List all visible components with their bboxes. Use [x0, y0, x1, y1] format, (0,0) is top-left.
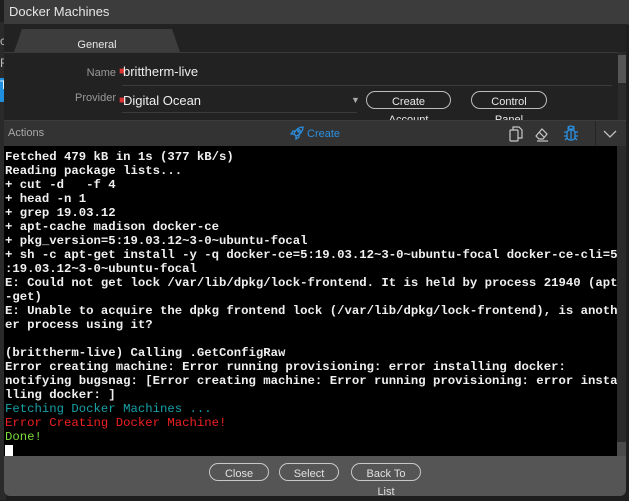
terminal-line: E: Could not get lock /var/lib/dpkg/lock…: [5, 276, 617, 290]
eraser-icon[interactable]: [533, 125, 551, 143]
copy-icon[interactable]: [507, 125, 525, 143]
divider: [595, 121, 596, 147]
terminal-line: lling docker: ]: [5, 388, 116, 402]
dialog-footer: Close Select Back To List: [4, 456, 626, 498]
provider-select[interactable]: Digital Ocean: [123, 93, 201, 108]
terminal-output[interactable]: Fetched 479 kB in 1s (377 kB/s) Reading p…: [4, 146, 617, 456]
window-titlebar[interactable]: Docker Machines: [4, 0, 629, 25]
tab-strip: General: [4, 24, 626, 53]
machine-form: Name ■ brittherm-live Provider ■ Digital…: [4, 53, 616, 126]
terminal-line: + head -n 1: [5, 192, 87, 206]
terminal-cursor: [5, 444, 617, 456]
select-button[interactable]: Select: [279, 463, 339, 481]
terminal-scrollbar[interactable]: [617, 146, 626, 456]
terminal-line: E: Unable to acquire the dpkg frontend l…: [5, 304, 617, 318]
actions-bar: Actions Create: [4, 120, 626, 147]
terminal-line: notifying bugsnag: [Error creating machi…: [5, 374, 617, 388]
bug-icon[interactable]: [562, 125, 580, 143]
actions-title: Actions: [8, 127, 45, 139]
terminal-line: Reading package lists...: [5, 164, 183, 178]
terminal-line: -get): [5, 290, 42, 304]
close-button[interactable]: Close: [209, 463, 269, 481]
terminal-line: + cut -d -f 4: [5, 178, 116, 192]
provider-underline: [122, 112, 357, 113]
name-label: Name: [86, 67, 116, 79]
scrollbar-thumb[interactable]: [618, 55, 626, 83]
window-title: Docker Machines: [9, 4, 110, 19]
terminal-line: Error creating machine: Error running pr…: [5, 360, 566, 374]
create-button[interactable]: Create: [289, 126, 341, 141]
create-label: Create: [307, 128, 341, 140]
terminal-line: er process using it?: [5, 318, 153, 332]
provider-label: Provider: [75, 92, 116, 104]
terminal-line: + pkg_version=5:19.03.12~3-0~ubuntu-foca…: [5, 234, 308, 248]
control-panel-button[interactable]: Control Panel: [471, 91, 547, 126]
provider-row: Provider ■ Digital Ocean ▼ Create Accoun…: [4, 89, 616, 126]
terminal-line: + apt-cache madison docker-ce: [5, 220, 220, 234]
scrollbar-thumb[interactable]: [617, 442, 626, 456]
terminal-line: + grep 19.03.12: [5, 206, 116, 220]
name-row: Name ■ brittherm-live: [4, 62, 616, 86]
terminal-line: Fetching Docker Machines ...: [5, 402, 212, 416]
tab-general[interactable]: General: [14, 29, 180, 52]
back-to-list-button[interactable]: Back To List: [351, 463, 421, 498]
name-underline: [122, 85, 612, 86]
terminal-line: Error Creating Docker Machine!: [5, 416, 227, 430]
dropdown-arrow-icon[interactable]: ▼: [351, 95, 360, 105]
form-scrollbar[interactable]: [618, 52, 626, 120]
terminal-line: :19.03.12~3-0~ubuntu-focal: [5, 262, 197, 276]
chevron-down-icon[interactable]: [602, 126, 620, 144]
docker-machines-dialog: General Name ■ brittherm-live Provider ■…: [4, 24, 626, 498]
terminal-line: Done!: [5, 430, 42, 444]
terminal-line: (brittherm-live) Calling .GetConfigRaw: [5, 346, 286, 360]
create-account-button[interactable]: Create Account: [366, 91, 451, 126]
name-input[interactable]: brittherm-live: [123, 64, 198, 79]
terminal-line: Fetched 479 kB in 1s (377 kB/s): [5, 150, 234, 164]
rocket-icon: [289, 126, 304, 141]
terminal-line: + sh -c apt-get install -y -q docker-ce=…: [5, 248, 617, 262]
